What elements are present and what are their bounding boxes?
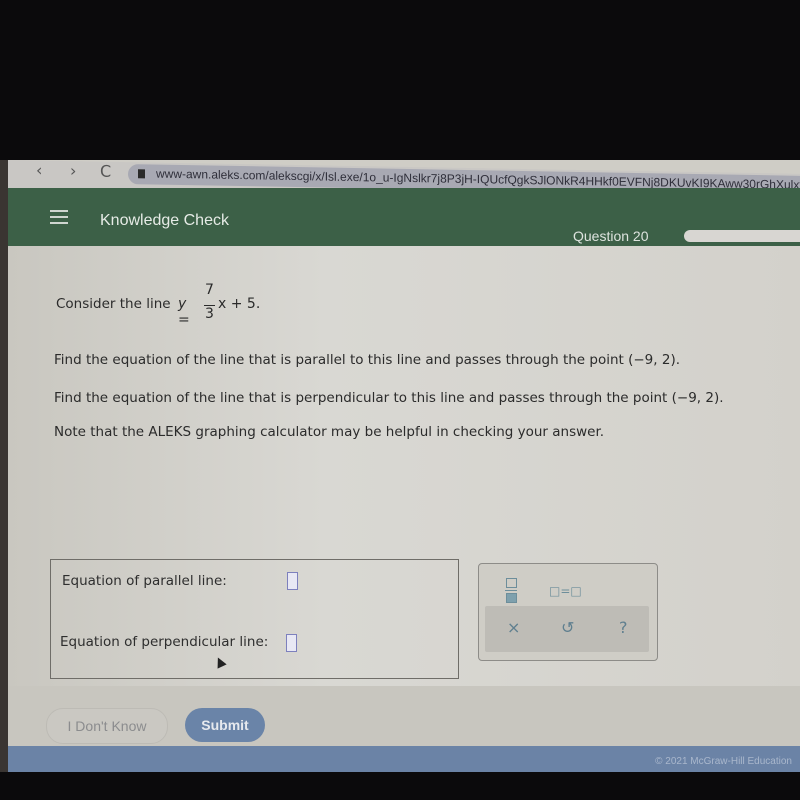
parallel-prompt: Find the equation of the line that is pa… <box>54 352 681 368</box>
forward-icon[interactable]: › <box>70 161 76 180</box>
question-number: Question 20 <box>573 228 649 244</box>
tool-actions-row: × ↺ ? <box>485 606 649 652</box>
math-tool-panel: □=□ × ↺ ? <box>478 563 658 661</box>
screen: ‹ › C www-awn.aleks.com/alekscgi/x/Isl.e… <box>0 160 800 772</box>
monitor-bezel <box>0 160 8 772</box>
perpendicular-label: Equation of perpendicular line: <box>60 634 269 650</box>
equation-lhs: y = <box>178 296 190 328</box>
progress-bar <box>684 230 800 242</box>
app-header: Knowledge Check Question 20 <box>8 188 800 246</box>
calculator-note: Note that the ALEKS graphing calculator … <box>54 424 605 440</box>
copyright-text: © 2021 McGraw-Hill Education <box>655 756 792 767</box>
equation-rhs: x + 5. <box>218 296 261 312</box>
menu-icon[interactable] <box>50 210 68 228</box>
page-title: Knowledge Check <box>100 212 229 229</box>
parallel-label: Equation of parallel line: <box>62 573 227 589</box>
answer-box: Equation of parallel line: Equation of p… <box>50 559 459 679</box>
clear-icon[interactable]: × <box>507 618 520 637</box>
perpendicular-answer-input[interactable] <box>286 634 297 652</box>
reload-icon[interactable]: C <box>100 162 111 181</box>
question-panel: Consider the line y = 7 3 x + 5. Find th… <box>8 246 800 686</box>
fraction-denominator: 3 <box>205 306 214 322</box>
mouse-cursor-icon <box>213 655 227 669</box>
undo-icon[interactable]: ↺ <box>561 618 574 637</box>
equation-template-button[interactable]: □=□ <box>549 584 582 598</box>
footer-bar: © 2021 McGraw-Hill Education <box>8 746 800 772</box>
parallel-answer-input[interactable] <box>287 572 298 590</box>
dont-know-button[interactable]: I Don't Know <box>46 708 168 744</box>
submit-button[interactable]: Submit <box>185 708 265 742</box>
lock-icon <box>138 169 145 179</box>
intro-text: Consider the line <box>56 296 171 312</box>
action-bar: I Don't Know Submit <box>8 686 800 746</box>
back-icon[interactable]: ‹ <box>36 160 42 179</box>
help-icon[interactable]: ? <box>619 618 628 637</box>
fraction-button[interactable] <box>505 578 517 603</box>
perpendicular-prompt: Find the equation of the line that is pe… <box>54 390 724 406</box>
fraction-numerator: 7 <box>205 282 214 298</box>
